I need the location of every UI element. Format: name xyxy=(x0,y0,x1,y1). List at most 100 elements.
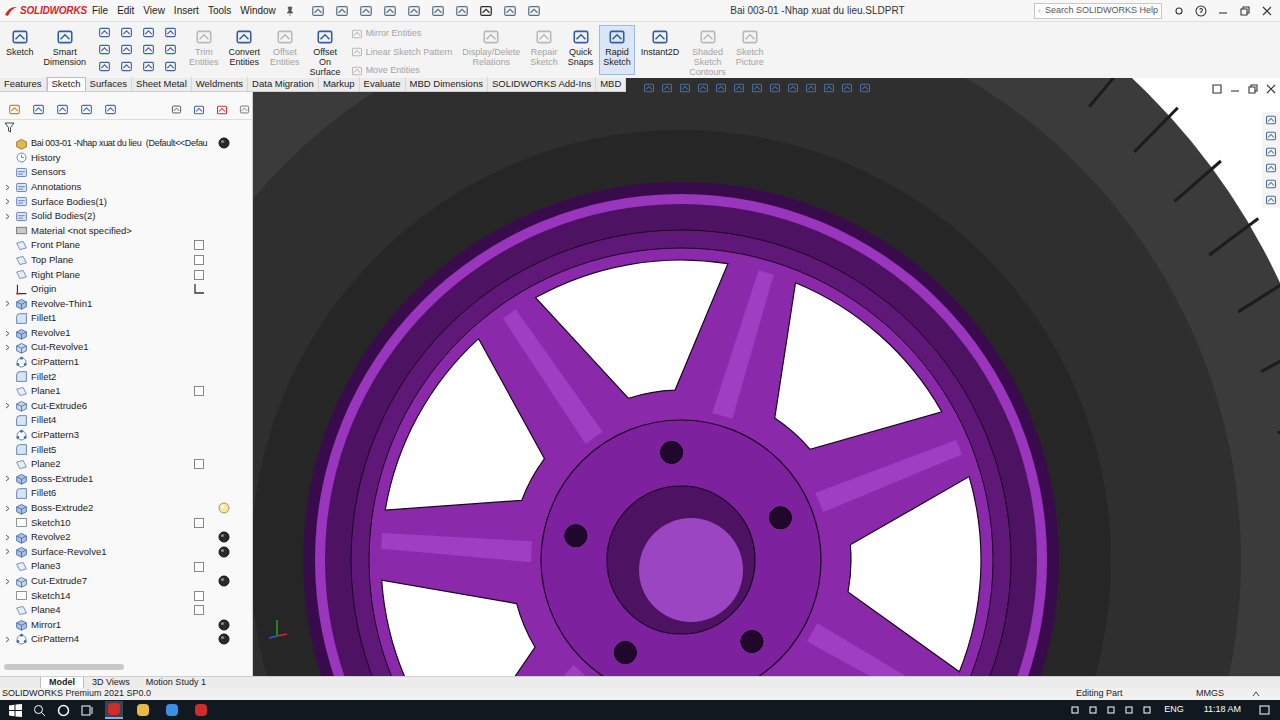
view-tool-icon[interactable] xyxy=(841,82,853,94)
tree-item[interactable]: Plane3 xyxy=(0,559,252,574)
tree-item[interactable]: Origin xyxy=(0,282,252,297)
tree-item[interactable]: Front Plane xyxy=(0,238,252,253)
battery-icon[interactable] xyxy=(1142,705,1152,715)
sketch-tool-icon[interactable] xyxy=(164,60,177,73)
appearance-icon[interactable] xyxy=(216,104,228,116)
user-icon[interactable] xyxy=(1172,4,1186,18)
search-icon[interactable] xyxy=(33,704,46,717)
menu-item[interactable]: Tools xyxy=(208,3,231,18)
command-icon[interactable] xyxy=(608,28,626,46)
filter-icon[interactable] xyxy=(4,122,15,133)
menu-item[interactable]: Insert xyxy=(174,3,199,18)
command-icon[interactable] xyxy=(741,28,759,46)
view-tool-icon[interactable] xyxy=(733,82,745,94)
command-button[interactable]: RapidSketch xyxy=(599,25,635,75)
command-icon[interactable] xyxy=(651,28,669,46)
view-tool-icon[interactable] xyxy=(661,82,673,94)
expand-icon[interactable] xyxy=(4,534,11,541)
command-tab[interactable]: Markup xyxy=(319,77,360,91)
mic-icon[interactable] xyxy=(1088,705,1098,715)
design-library-icon[interactable] xyxy=(1265,130,1277,142)
close-icon[interactable] xyxy=(1260,4,1274,18)
expand-icon[interactable] xyxy=(4,402,11,409)
save-icon[interactable] xyxy=(383,4,397,18)
expand-icon[interactable] xyxy=(4,475,11,482)
command-button[interactable]: ConvertEntities xyxy=(225,25,265,75)
menu-item[interactable]: Window xyxy=(240,3,276,18)
sketch-tool-icon[interactable] xyxy=(164,26,177,39)
tree-item[interactable]: Cut-Extrude7 xyxy=(0,574,252,589)
command-icon[interactable] xyxy=(351,65,363,77)
file-properties-icon[interactable] xyxy=(503,4,517,18)
sketch-tool-icon[interactable] xyxy=(98,43,111,56)
help-icon[interactable] xyxy=(1194,4,1208,18)
tree-item[interactable]: Surface-Revolve1 xyxy=(0,545,252,560)
sketch-tool-icon[interactable] xyxy=(142,26,155,39)
unit-system[interactable]: MMGS xyxy=(1196,687,1232,701)
file-explorer-icon[interactable] xyxy=(1265,146,1277,158)
tree-item[interactable]: Boss-Extrude1 xyxy=(0,472,252,487)
command-tab[interactable]: Data Migration xyxy=(248,77,319,91)
command-button[interactable]: QuickSnaps xyxy=(564,25,598,75)
command-icon[interactable] xyxy=(572,28,590,46)
scene-icon[interactable] xyxy=(239,104,250,115)
expand-icon[interactable] xyxy=(4,213,11,220)
tree-item[interactable]: Fillet1 xyxy=(0,311,252,326)
taskbar-app[interactable] xyxy=(105,701,123,719)
expand-icon[interactable] xyxy=(4,548,11,555)
command-icon[interactable] xyxy=(699,28,717,46)
bottom-tab[interactable]: 3D Views xyxy=(84,677,138,689)
command-icon[interactable] xyxy=(195,28,213,46)
language-indicator[interactable]: ENG xyxy=(1164,703,1184,717)
tree-item[interactable]: Sketch10 xyxy=(0,515,252,530)
tree-item[interactable]: Fillet2 xyxy=(0,370,252,385)
part-icon[interactable] xyxy=(193,104,205,116)
options-icon[interactable] xyxy=(527,4,541,18)
origin-visibility-icon[interactable] xyxy=(193,283,205,295)
tree-item[interactable]: Revolve2 xyxy=(0,530,252,545)
expand-icon[interactable] xyxy=(4,198,11,205)
command-button[interactable]: SmartDimension xyxy=(40,25,91,75)
sketch-tool-icon[interactable] xyxy=(98,60,111,73)
command-tab[interactable]: Weldments xyxy=(192,77,248,91)
collapse-icon[interactable] xyxy=(171,104,182,115)
view-tool-icon[interactable] xyxy=(859,82,871,94)
view-tool-icon[interactable] xyxy=(697,82,709,94)
plane-visibility-icon[interactable] xyxy=(193,269,205,281)
menu-item[interactable]: View xyxy=(143,3,165,18)
expand-icon[interactable] xyxy=(4,184,11,191)
taskbar-app[interactable] xyxy=(192,701,210,719)
sketch-visibility-icon[interactable] xyxy=(193,517,205,529)
undo-icon[interactable] xyxy=(431,4,445,18)
command-tab[interactable]: Surfaces xyxy=(86,77,133,91)
command-icon[interactable] xyxy=(482,28,500,46)
command-icon[interactable] xyxy=(276,28,294,46)
command-icon[interactable] xyxy=(351,46,363,58)
menu-item[interactable]: File xyxy=(92,3,108,18)
new-icon[interactable] xyxy=(335,4,349,18)
tree-item[interactable]: Fillet5 xyxy=(0,442,252,457)
tree-item[interactable]: Right Plane xyxy=(0,267,252,282)
view-palette-icon[interactable] xyxy=(1265,162,1277,174)
horizontal-scrollbar[interactable] xyxy=(4,662,248,672)
tree-item[interactable]: Annotations xyxy=(0,180,252,195)
view-tool-icon[interactable] xyxy=(805,82,817,94)
network-icon[interactable] xyxy=(1106,705,1116,715)
tree-item[interactable]: Bai 003-01 -Nhap xuat du lieu (Default<<… xyxy=(0,136,252,151)
dimxpert-icon[interactable] xyxy=(80,103,93,116)
tree-item[interactable]: Fillet6 xyxy=(0,486,252,501)
body-visibility-icon[interactable] xyxy=(218,619,230,631)
tree-item[interactable]: CirPattern1 xyxy=(0,355,252,370)
sketch-tool-icon[interactable] xyxy=(120,26,133,39)
display-manager-icon[interactable] xyxy=(104,103,117,116)
expand-icon[interactable] xyxy=(4,330,11,337)
view-tool-icon[interactable] xyxy=(715,82,727,94)
tree-item[interactable]: Plane2 xyxy=(0,457,252,472)
bottom-tab[interactable]: Model xyxy=(40,677,84,689)
taskbar-app[interactable] xyxy=(163,701,181,719)
command-tab[interactable]: Features xyxy=(0,77,47,91)
command-icon[interactable] xyxy=(56,28,74,46)
command-button[interactable]: Sketch xyxy=(2,25,38,75)
expand-icon[interactable] xyxy=(4,300,11,307)
body-visibility-icon[interactable] xyxy=(218,502,230,514)
